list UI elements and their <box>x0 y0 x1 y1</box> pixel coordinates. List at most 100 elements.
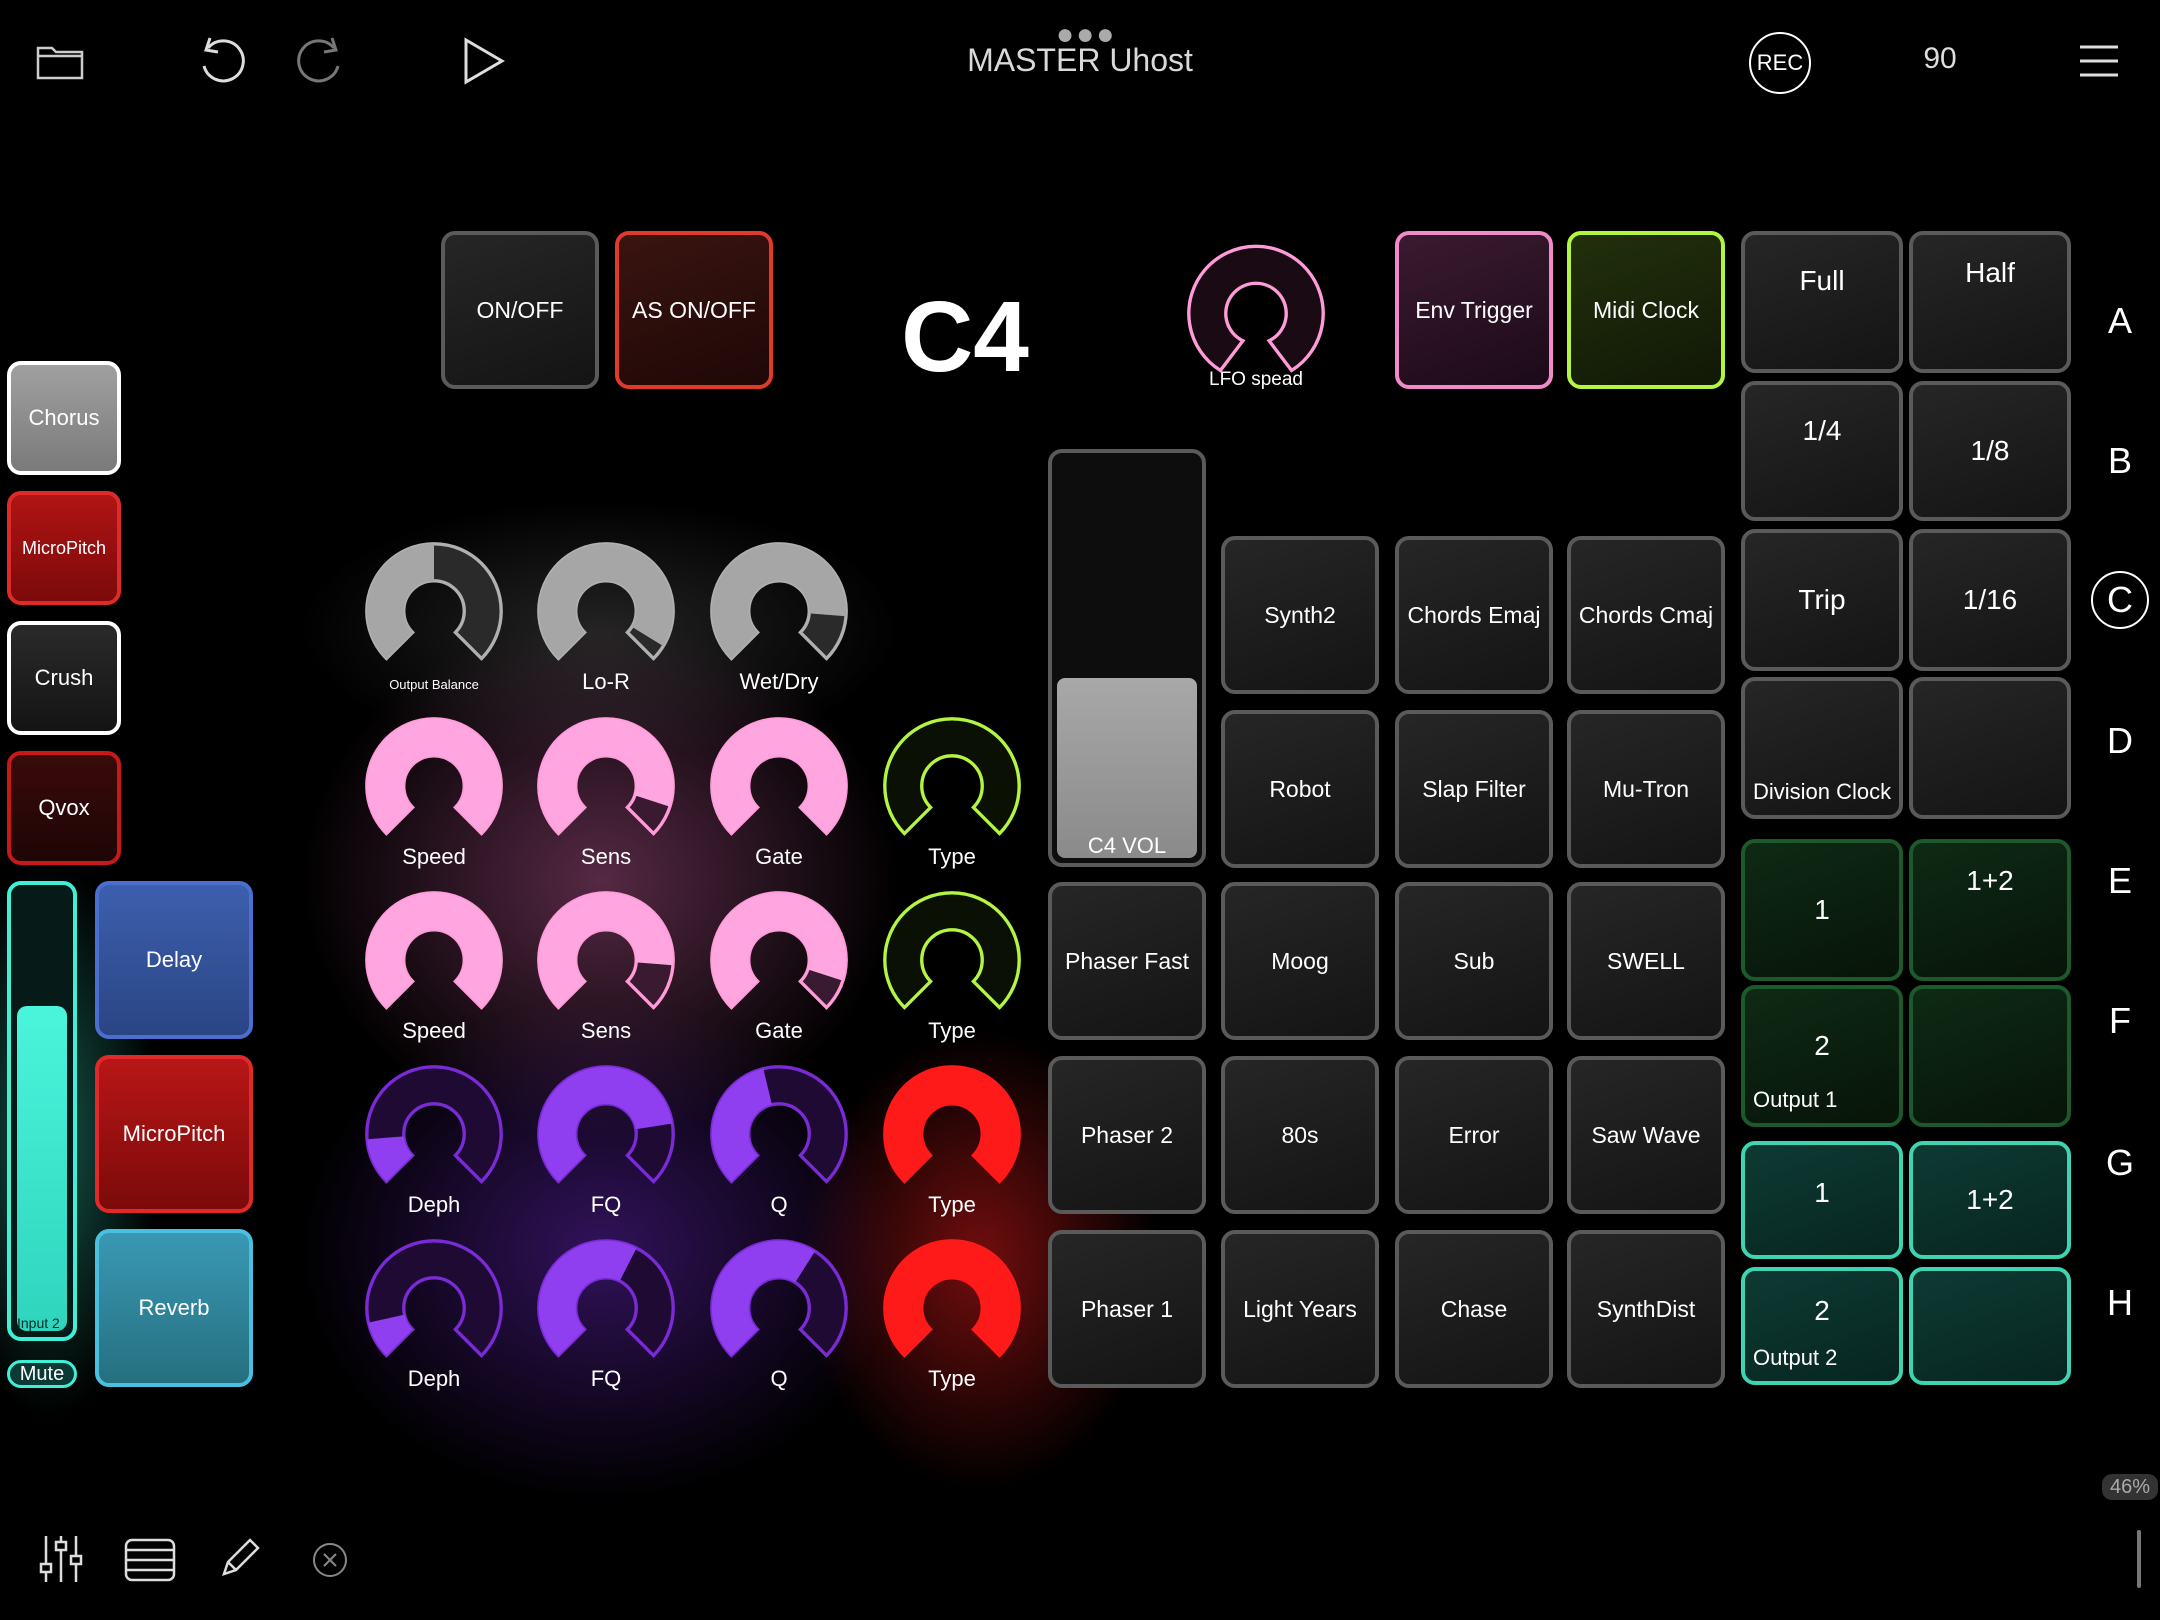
preset-synthdist[interactable]: SynthDist <box>1567 1230 1725 1388</box>
input-fader-fill <box>17 1005 67 1331</box>
redo-icon[interactable] <box>296 34 346 93</box>
division-clock-button[interactable]: Division Clock <box>1741 677 1903 819</box>
preset-synth2[interactable]: Synth2 <box>1221 536 1379 694</box>
crush-button[interactable]: Crush <box>7 621 121 735</box>
tempo-value[interactable]: 90 <box>1900 42 1980 76</box>
mixer-sliders-icon[interactable] <box>38 1534 84 1589</box>
knob-label: Gate <box>755 844 803 869</box>
preset-sub[interactable]: Sub <box>1395 882 1553 1040</box>
output1-empty[interactable] <box>1909 985 2071 1127</box>
knob-output-balance-r1[interactable] <box>350 527 518 695</box>
preset-phaser-2[interactable]: Phaser 2 <box>1048 1056 1206 1214</box>
output1-label: Output 1 <box>1753 1087 1838 1112</box>
knob-value-arc <box>711 1240 816 1356</box>
midi-clock-button[interactable]: Midi Clock <box>1567 231 1725 389</box>
menu-icon[interactable] <box>2078 44 2120 83</box>
preset-chords-emaj[interactable]: Chords Emaj <box>1395 536 1553 694</box>
play-icon[interactable] <box>462 36 506 91</box>
knob-track <box>883 891 1021 1010</box>
division-eighth[interactable]: 1/8 <box>1909 381 2071 521</box>
preset-chords-cmaj[interactable]: Chords Cmaj <box>1567 536 1725 694</box>
folder-icon[interactable] <box>36 40 84 85</box>
c4-vol-fader[interactable]: C4 VOL <box>1048 449 1206 867</box>
knob-label: Gate <box>755 1018 803 1043</box>
c4-vol-label: C4 VOL <box>1087 833 1167 858</box>
lfo-speed-label: LFO spead <box>1209 369 1303 390</box>
output2-empty[interactable] <box>1909 1267 2071 1385</box>
knob-label: Type <box>928 1018 976 1043</box>
output1-1plus2-button[interactable]: 1+2 <box>1909 839 2071 981</box>
qvox-button[interactable]: Qvox <box>7 751 121 865</box>
knob-label: Wet/Dry <box>739 669 819 694</box>
close-circle-icon[interactable] <box>312 1542 348 1583</box>
knob-label: Type <box>928 1366 976 1391</box>
row-letter-a: A <box>2107 300 2132 341</box>
division-quarter[interactable]: 1/4 <box>1741 381 1903 521</box>
chorus-button[interactable]: Chorus <box>7 361 121 475</box>
knob-value-arc <box>538 1240 637 1356</box>
row-letter-f: F <box>2109 1000 2131 1041</box>
micropitch-small-button[interactable]: MicroPitch <box>7 491 121 605</box>
knob-label: Q <box>770 1192 788 1217</box>
knob-label: Lo-R <box>582 669 630 694</box>
note-label: C4 <box>901 281 1029 393</box>
row-letter-b: B <box>2107 440 2132 481</box>
output1-2-label: 2 <box>1814 1030 1830 1061</box>
knob-label: Speed <box>402 844 466 869</box>
row-letter-c[interactable]: C <box>2091 571 2149 629</box>
output2-2-button[interactable]: 2 Output 2 <box>1741 1267 1903 1385</box>
preset-slap-filter[interactable]: Slap Filter <box>1395 710 1553 868</box>
preset-robot[interactable]: Robot <box>1221 710 1379 868</box>
input-fader[interactable]: Input 2 <box>7 881 77 1341</box>
division-trip[interactable]: Trip <box>1741 529 1903 671</box>
output2-label: Output 2 <box>1753 1345 1838 1370</box>
scroll-handle[interactable] <box>2137 1530 2141 1588</box>
on-off-button[interactable]: ON/OFF <box>441 231 599 389</box>
preset-saw-wave[interactable]: Saw Wave <box>1567 1056 1725 1214</box>
undo-icon[interactable] <box>196 34 246 93</box>
preset-80s[interactable]: 80s <box>1221 1056 1379 1214</box>
reverb-button[interactable]: Reverb <box>95 1229 253 1387</box>
row-letter-e: E <box>2107 860 2132 901</box>
c4-vol-fill <box>1057 677 1197 858</box>
output1-2-button[interactable]: 2 Output 1 <box>1741 985 1903 1127</box>
knob-label: Speed <box>402 1018 466 1043</box>
preset-phaser-1[interactable]: Phaser 1 <box>1048 1230 1206 1388</box>
preset-chase[interactable]: Chase <box>1395 1230 1553 1388</box>
record-button[interactable]: REC <box>1749 32 1811 94</box>
preset-moog[interactable]: Moog <box>1221 882 1379 1040</box>
output2-2-label: 2 <box>1814 1295 1830 1326</box>
preset-mu-tron[interactable]: Mu-Tron <box>1567 710 1725 868</box>
input-fader-label: Input 2 <box>17 1315 60 1331</box>
output2-1plus2-button[interactable]: 1+2 <box>1909 1141 2071 1259</box>
knob-label: Type <box>928 844 976 869</box>
env-trigger-button[interactable]: Env Trigger <box>1395 231 1553 389</box>
list-icon[interactable] <box>124 1538 176 1587</box>
delay-button[interactable]: Delay <box>95 881 253 1039</box>
output2-1-button[interactable]: 1 <box>1741 1141 1903 1259</box>
pencil-icon[interactable] <box>218 1536 262 1585</box>
preset-light-years[interactable]: Light Years <box>1221 1230 1379 1388</box>
division-clock-label: Division Clock <box>1753 779 1892 804</box>
mute-button[interactable]: Mute <box>7 1360 77 1388</box>
knob-label: Type <box>928 1192 976 1217</box>
division-sixteenth[interactable]: 1/16 <box>1909 529 2071 671</box>
as-on-off-button[interactable]: AS ON/OFF <box>615 231 773 389</box>
micropitch-button[interactable]: MicroPitch <box>95 1055 253 1213</box>
knob-label: Sens <box>580 844 632 869</box>
division-empty[interactable] <box>1909 677 2071 819</box>
knob-label: Sens <box>580 1018 632 1043</box>
knob-label: Deph <box>407 1366 461 1391</box>
division-full[interactable]: Full <box>1741 231 1903 373</box>
preset-phaser-fast[interactable]: Phaser Fast <box>1048 882 1206 1040</box>
row-letter-h: H <box>2107 1282 2133 1323</box>
preset-swell[interactable]: SWELL <box>1567 882 1725 1040</box>
preset-error[interactable]: Error <box>1395 1056 1553 1214</box>
row-letter-d: D <box>2107 720 2133 761</box>
knob-label: Deph <box>407 1192 461 1217</box>
row-letter-g: G <box>2105 1142 2134 1183</box>
knob-label: FQ <box>590 1192 622 1217</box>
knob-label: Output Balance <box>389 677 479 692</box>
output1-1-button[interactable]: 1 <box>1741 839 1903 981</box>
division-half[interactable]: Half <box>1909 231 2071 373</box>
